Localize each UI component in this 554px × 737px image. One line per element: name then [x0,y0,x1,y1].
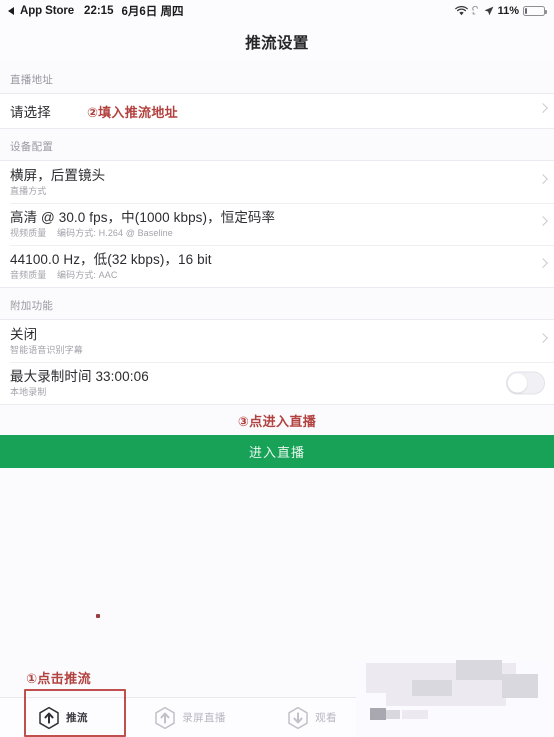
battery-percentage-label: 11% [497,5,519,17]
enter-live-button-label: 进入直播 [248,445,305,460]
section-header-device-config: 设备配置 [10,141,54,153]
row-select-address[interactable]: 请选择 ②填入推流地址 [0,94,554,128]
row-live-mode-subtitle: 直播方式 [10,185,528,198]
row-video-quality-subtitle: 视频质量 编码方式: H.264 @ Baseline [10,227,528,240]
row-audio-quality-text: 44100.0 Hz，低(32 kbps)，16 bit 音频质量 编码方式: … [10,251,528,282]
row-video-quality[interactable]: 高清 @ 30.0 fps，中(1000 kbps)，恒定码率 视频质量 编码方… [0,203,554,245]
local-recording-toggle[interactable] [506,371,545,395]
row-local-recording-subtitle: 本地录制 [10,386,528,399]
row-speech-sub-label: 智能语音识别字幕 [10,344,83,355]
chevron-right-icon [538,216,548,226]
row-select-address-text: 请选择 ②填入推流地址 [10,102,528,121]
app-root: App Store 22:15 6月6日 周四 11% 推流设置 直播地址 请选… [0,0,554,737]
enter-live-button[interactable]: 进入直播 [0,435,554,468]
row-speech-subtitle[interactable]: 关闭 智能语音识别字幕 [0,320,554,362]
wifi-icon [454,6,468,16]
row-video-quality-sub-label: 视频质量 [10,227,47,238]
row-audio-quality-sub-label: 音频质量 [10,269,47,280]
back-triangle-icon[interactable] [8,7,14,15]
group-stream-address: 请选择 ②填入推流地址 [0,93,554,129]
tab-push-stream[interactable]: 推流 [0,706,126,730]
status-bar-date: 6月6日 周四 [121,6,184,18]
row-audio-quality-subtitle: 音频质量 编码方式: AAC [10,269,528,282]
battery-icon [523,5,547,17]
toggle-knob [508,373,527,393]
stray-red-dot [96,614,100,618]
annotation-step-2: ②填入推流地址 [86,104,178,120]
hexagon-arrow-down-icon [287,706,309,730]
row-live-mode-title: 横屏，后置镜头 [10,167,106,183]
status-bar-right: 11% [454,5,547,17]
row-speech-subtitle-subtitle: 智能语音识别字幕 [10,344,528,357]
section-header-extra-features: 附加功能 [10,300,54,312]
status-bar-left: App Store 22:15 6月6日 周四 [8,3,183,19]
annotation-step-1: ①点击推流 [26,671,92,686]
status-bar-back-app-label[interactable]: App Store [20,5,74,17]
tab-watch[interactable]: 观看 [254,706,370,730]
chevron-right-icon [538,258,548,268]
row-video-quality-title: 高清 @ 30.0 fps，中(1000 kbps)，恒定码率 [10,209,276,225]
tab-push-stream-label: 推流 [66,712,88,724]
tab-screen-record-live[interactable]: 录屏直播 [126,706,254,730]
row-local-recording-title: 最大录制时间 33:00:06 [10,368,149,384]
page-title: 推流设置 [245,35,309,52]
rotation-lock-icon [471,6,480,16]
row-live-mode[interactable]: 横屏，后置镜头 直播方式 [0,161,554,203]
row-audio-quality-title: 44100.0 Hz，低(32 kbps)，16 bit [10,251,212,267]
nav-bar: 推流设置 [0,22,554,62]
row-speech-subtitle-text: 关闭 智能语音识别字幕 [10,326,528,357]
chevron-right-icon [538,333,548,343]
group-device-config: 横屏，后置镜头 直播方式 高清 @ 30.0 fps，中(1000 kbps)，… [0,160,554,288]
row-audio-quality[interactable]: 44100.0 Hz，低(32 kbps)，16 bit 音频质量 编码方式: … [0,245,554,287]
row-speech-subtitle-title: 关闭 [10,326,38,342]
chevron-right-icon [538,103,548,113]
row-video-quality-codec-label: 编码方式: H.264 @ Baseline [57,227,173,238]
status-bar: App Store 22:15 6月6日 周四 11% [0,0,554,22]
row-video-quality-text: 高清 @ 30.0 fps，中(1000 kbps)，恒定码率 视频质量 编码方… [10,209,528,240]
row-live-mode-sub-label: 直播方式 [10,185,47,196]
location-arrow-icon [484,6,494,16]
status-bar-time: 22:15 [84,5,114,17]
row-local-recording-text: 最大录制时间 33:00:06 本地录制 [10,368,528,399]
tab-watch-label: 观看 [315,712,337,724]
row-select-address-title: 请选择 [10,104,51,120]
chevron-right-icon [538,174,548,184]
row-local-recording-sub-label: 本地录制 [10,386,47,397]
annotation-step-3: ③点进入直播 [0,405,554,435]
group-extra-features: 关闭 智能语音识别字幕 最大录制时间 33:00:06 本地录制 [0,319,554,405]
hexagon-arrow-up-icon [38,706,60,730]
row-local-recording[interactable]: 最大录制时间 33:00:06 本地录制 [0,362,554,404]
row-audio-quality-codec-label: 编码方式: AAC [57,269,118,280]
tab-bar: 推流 录屏直播 观看 [0,697,554,737]
section-header-stream-address: 直播地址 [10,74,54,86]
row-live-mode-text: 横屏，后置镜头 直播方式 [10,167,528,198]
tab-screen-record-live-label: 录屏直播 [182,712,226,724]
hexagon-arrow-up-icon [154,706,176,730]
